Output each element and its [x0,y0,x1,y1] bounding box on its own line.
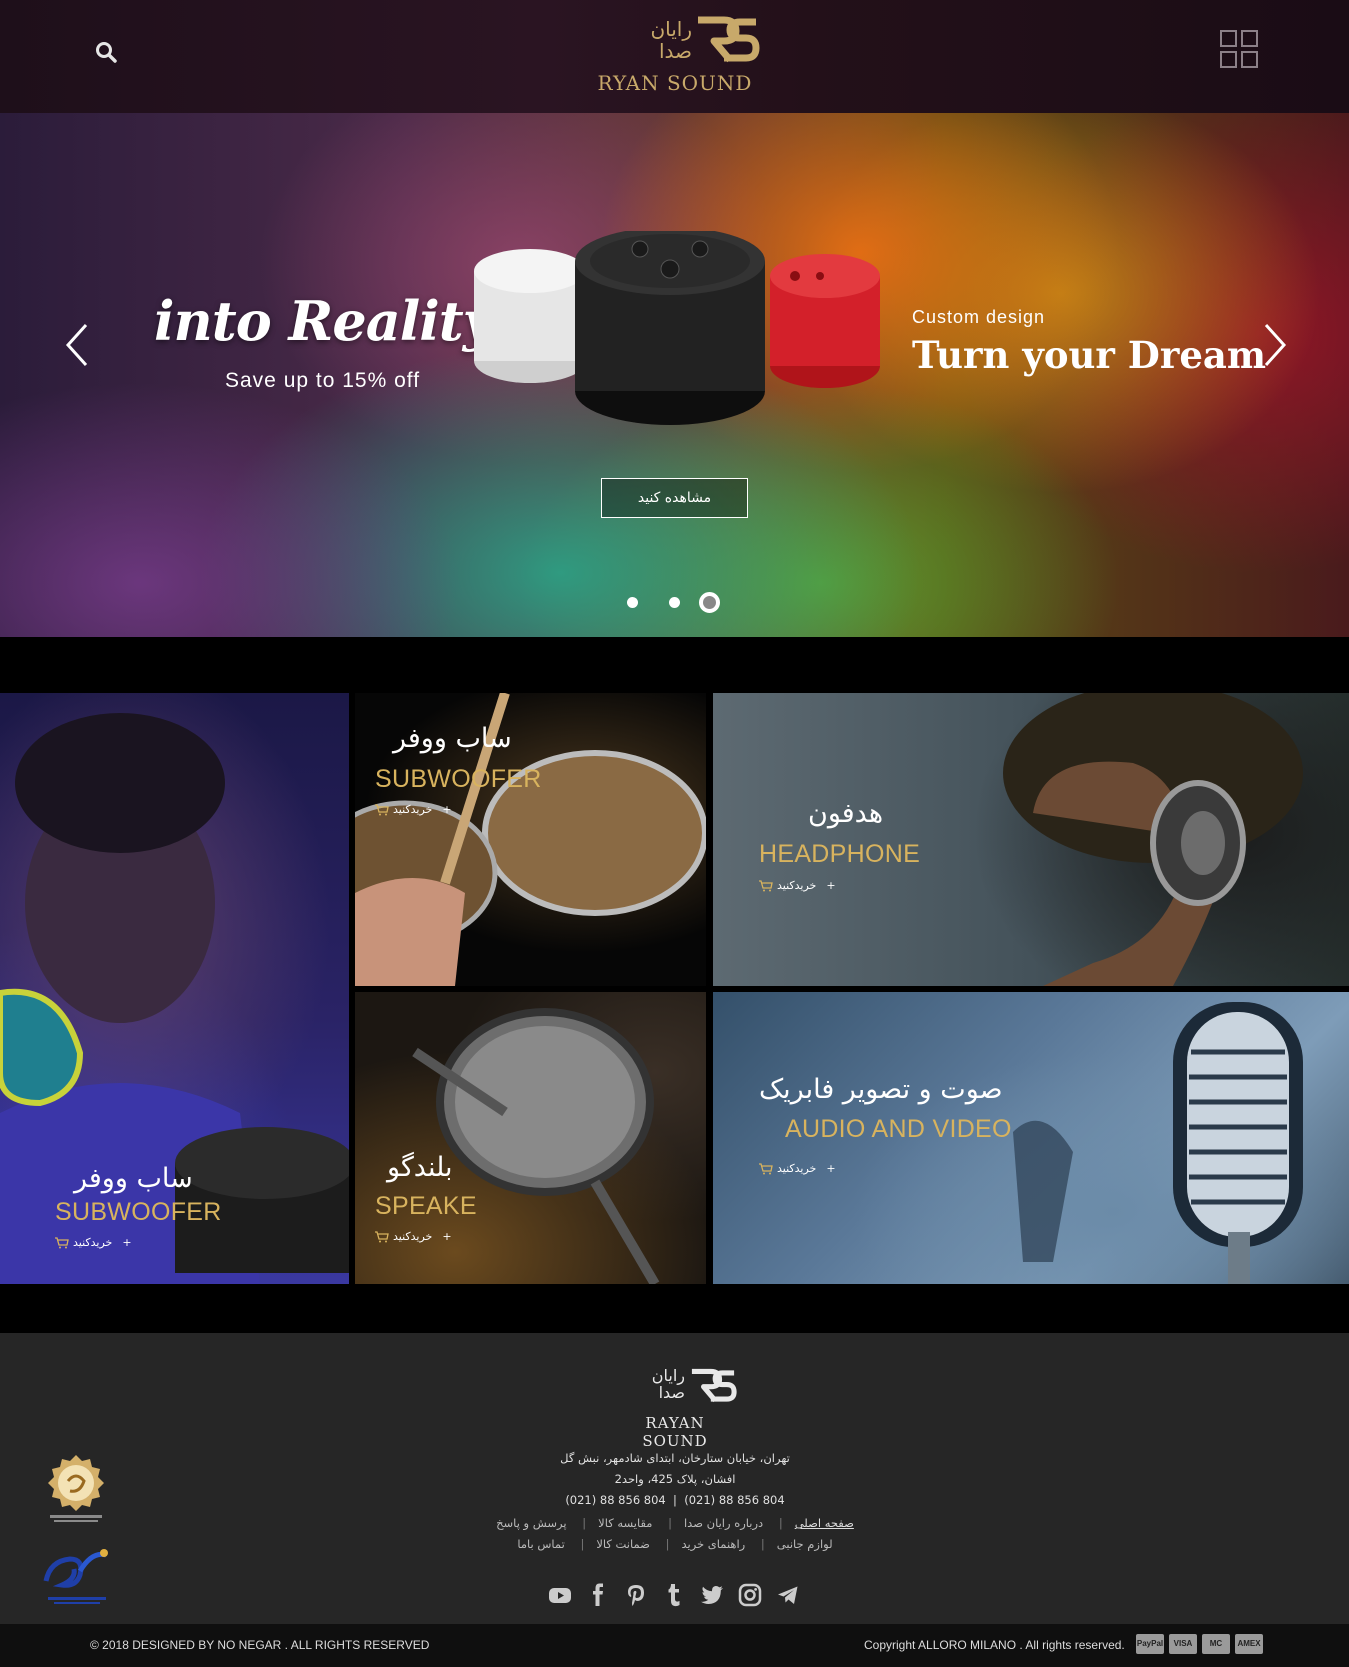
category-tile-subwoofer-large[interactable]: ساب ووفر SUBWOOFER + خریدکنید [0,693,349,1284]
tile-en-title: SPEAKE [375,1192,477,1220]
category-tile-subwoofer[interactable]: ساب ووفر SUBWOOFER + خریدکنید [355,693,706,986]
twitter-icon[interactable] [700,1583,724,1607]
cart-icon [759,1162,773,1174]
cart-icon [759,879,773,891]
logo-fa-text: رایان صدا [650,17,692,63]
tile-fa-title: هدفون [808,798,884,829]
instagram-icon[interactable] [738,1583,762,1607]
tile-en-title: AUDIO AND VIDEO [785,1115,1012,1143]
category-tile-audio-video[interactable]: صوت و تصویر فابریک AUDIO AND VIDEO + خری… [713,992,1349,1284]
search-icon[interactable] [94,40,118,64]
footer-link-compare[interactable]: مقایسه کالا [598,1516,652,1530]
hero-slider: into Reality Save up to 15% off Custom d… [0,113,1349,637]
hero-custom-label: Custom design [912,307,1046,327]
bottom-bar: © 2018 DESIGNED BY NO NEGAR . ALL RIGHTS… [0,1624,1349,1667]
amex-icon: AMEX [1235,1634,1263,1654]
footer-link-faq[interactable]: پرسش و پاسخ [496,1516,566,1530]
footer-logo-fa-text: رایان صدا [651,1366,685,1402]
tile-fa-title: صوت و تصویر فابریک [759,1074,1003,1105]
category-tile-speaker[interactable]: بلندگو SPEAKE + خریدکنید [355,992,706,1284]
footer-logo-en-text: RAYAN SOUND [642,1414,708,1450]
slider-dot-1[interactable] [627,597,638,608]
site-header: رایان صدا RYAN SOUND [0,0,1349,113]
mastercard-icon: MC [1202,1634,1230,1654]
footer-link-warranty[interactable]: ضمانت کالا [596,1537,650,1551]
site-logo[interactable]: رایان صدا RYAN SOUND [590,14,760,98]
tile-fa-title: ساب ووفر [393,723,512,754]
site-footer: رایان صدا RAYAN SOUND تهران، خیابان ستار… [0,1333,1349,1624]
tumblr-icon[interactable] [662,1583,686,1607]
footer-link-about[interactable]: درباره رایان صدا [684,1516,763,1530]
grid-menu-icon[interactable] [1220,30,1260,70]
tile-en-title: HEADPHONE [759,840,921,868]
hero-view-button[interactable]: مشاهده کنید [601,478,748,518]
rs-logo-mark-icon [689,1367,737,1405]
hero-sale-text: Save up to 15% off [225,369,421,392]
footer-links-row-1: صفحه اصلی| درباره رایان صدا| مقایسه کالا… [496,1516,854,1530]
footer-address: تهران، خیابان ستارخان، ابتدای شادمهر، نب… [500,1448,850,1511]
footer-link-buy-guide[interactable]: راهنمای خرید [681,1537,745,1551]
facebook-icon[interactable] [586,1583,610,1607]
hero-script-title: into Reality [154,289,494,353]
tile-buy-link[interactable]: + خریدکنید [375,803,452,816]
cart-icon [375,1230,389,1242]
pinterest-icon[interactable] [624,1583,648,1607]
slider-dot-2[interactable] [669,597,680,608]
rs-logo-mark-icon [694,14,760,66]
hero-speakers-image [470,227,890,431]
tile-en-title: SUBWOOFER [55,1198,222,1226]
copyright-right: Copyright ALLORO MILANO . All rights res… [864,1638,1125,1652]
hero-main-title: Turn your Dream [912,333,1267,377]
samandehi-badge[interactable] [46,1453,106,1525]
tile-image-dj [0,713,349,1284]
tile-en-title: SUBWOOFER [375,765,542,793]
tile-fa-title: بلندگو [387,1152,453,1183]
footer-logo[interactable]: رایان صدا RAYAN SOUND [613,1366,737,1450]
category-tile-headphone[interactable]: هدفون HEADPHONE + خریدکنید [713,693,1349,986]
cart-icon [55,1236,69,1248]
footer-link-contact[interactable]: تماس باما [517,1537,564,1551]
footer-link-home[interactable]: صفحه اصلی [795,1516,854,1530]
telegram-icon[interactable] [776,1583,800,1607]
footer-link-accessories[interactable]: لوازم جانبی [777,1537,833,1551]
footer-social-icons [548,1583,800,1607]
footer-links-row-2: لوازم جانبی| راهنمای خرید| ضمانت کالا| ت… [517,1537,833,1551]
enamad-badge[interactable] [40,1541,114,1607]
footer-links: صفحه اصلی| درباره رایان صدا| مقایسه کالا… [440,1513,910,1555]
tile-buy-link[interactable]: + خریدکنید [759,1162,836,1175]
slider-dots [627,591,727,615]
footer-phones: (021) 88 856 804 | (021) 88 856 804 [565,1493,785,1507]
logo-en-text: RYAN SOUND [597,71,753,95]
copyright-left: © 2018 DESIGNED BY NO NEGAR . ALL RIGHTS… [90,1638,430,1652]
slider-next-arrow-icon[interactable] [1260,323,1290,367]
tile-buy-link[interactable]: + خریدکنید [759,879,836,892]
tile-fa-title: ساب ووفر [74,1163,193,1194]
paypal-icon: PayPal [1136,1634,1164,1654]
youtube-icon[interactable] [548,1583,572,1607]
slider-prev-arrow-icon[interactable] [62,323,92,367]
cart-icon [375,803,389,815]
visa-icon: VISA [1169,1634,1197,1654]
slider-dot-3[interactable] [699,592,720,613]
tile-buy-link[interactable]: + خریدکنید [55,1236,132,1249]
tile-buy-link[interactable]: + خریدکنید [375,1230,452,1243]
